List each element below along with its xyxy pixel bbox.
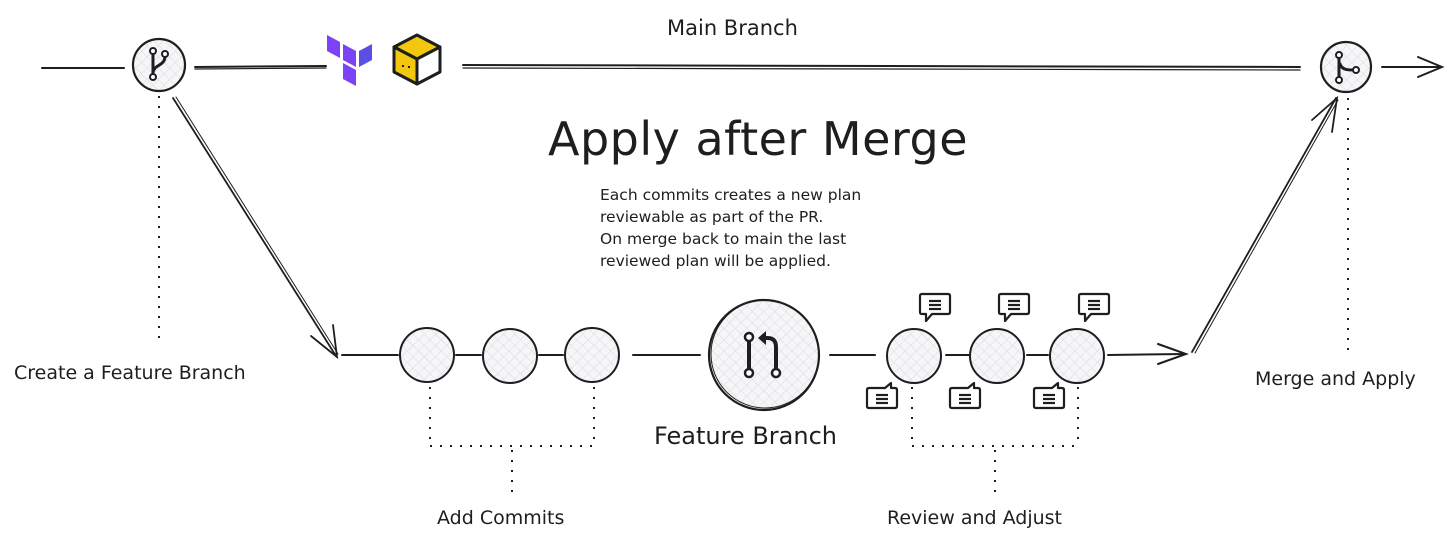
description-line: On merge back to main the last xyxy=(600,230,847,248)
merge-apply-label: Merge and Apply xyxy=(1255,368,1416,390)
main-branch-line xyxy=(41,56,1445,78)
comment-bubble-icon xyxy=(865,381,899,410)
diagram-canvas xyxy=(41,33,1445,500)
add-commits-label: Add Commits xyxy=(437,507,565,529)
review-nodes xyxy=(886,328,1105,384)
review-adjust-label: Review and Adjust xyxy=(887,507,1063,529)
main-branch-label: Main Branch xyxy=(667,16,798,40)
description-line: reviewed plan will be applied. xyxy=(600,252,831,270)
comment-bubble-icon xyxy=(918,292,952,323)
feature-branch-label: Feature Branch xyxy=(654,422,837,450)
terraform-logo-icon xyxy=(327,35,372,86)
commit-node[interactable] xyxy=(564,327,620,383)
merge-back-arrow xyxy=(1191,95,1339,354)
branch-start-node xyxy=(131,37,187,93)
review-node[interactable] xyxy=(969,328,1025,384)
yellow-cube-logo-icon xyxy=(392,33,442,86)
pull-request-node[interactable] xyxy=(707,298,821,412)
review-node[interactable] xyxy=(1049,328,1105,384)
commit-nodes xyxy=(399,327,620,384)
diagram-description: Each commits creates a new plan reviewab… xyxy=(600,184,861,272)
merge-end-node xyxy=(1319,40,1373,94)
description-line: reviewable as part of the PR. xyxy=(600,208,824,226)
diagram-title: Apply after Merge xyxy=(548,112,969,166)
branch-out-arrow xyxy=(172,96,339,360)
comment-bubble-icon xyxy=(1077,292,1111,323)
comment-bubble-icon xyxy=(997,292,1031,323)
review-node[interactable] xyxy=(886,328,942,384)
commit-node[interactable] xyxy=(482,328,538,384)
commit-node[interactable] xyxy=(399,327,455,383)
add-commits-bracket xyxy=(429,387,595,500)
comment-bubble-icon xyxy=(1032,381,1066,410)
description-line: Each commits creates a new plan xyxy=(600,186,862,204)
comment-bubble-icon xyxy=(948,381,982,410)
create-branch-label: Create a Feature Branch xyxy=(14,362,246,384)
